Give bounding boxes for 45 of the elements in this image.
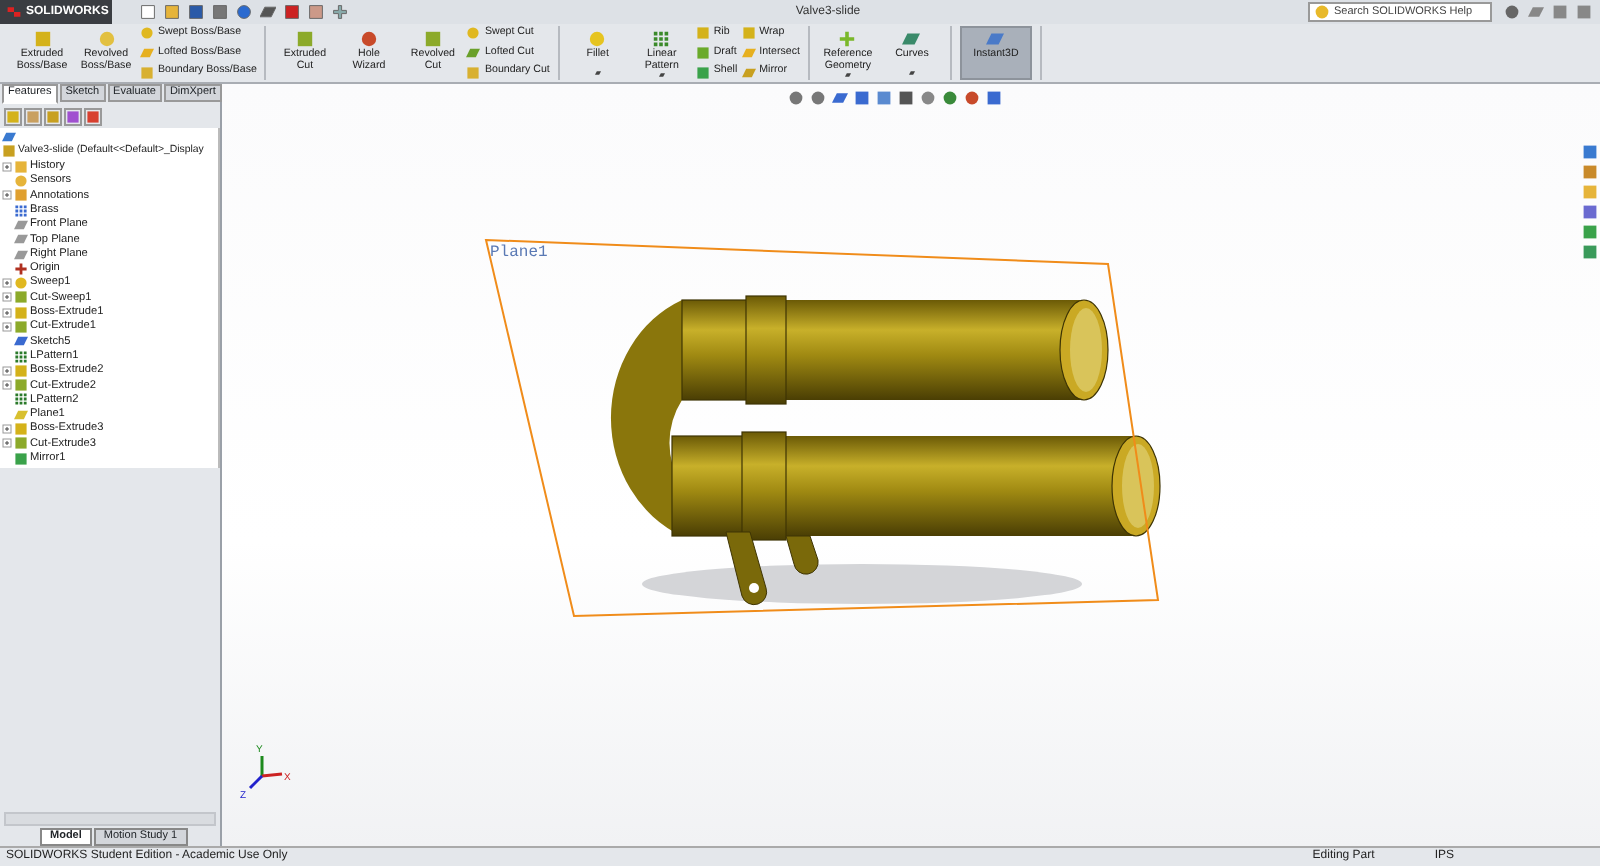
tool-icon <box>986 30 1005 48</box>
expand-icon[interactable] <box>2 380 12 391</box>
folder-icon <box>14 159 28 174</box>
boss-icon <box>14 363 28 378</box>
cut-icon <box>14 378 28 393</box>
mirror-icon <box>14 451 28 466</box>
tool-icon <box>295 30 314 48</box>
expand-icon[interactable] <box>2 161 12 172</box>
pattern-icon <box>14 392 28 407</box>
expand-icon[interactable] <box>2 322 12 332</box>
configuration-tab-icon[interactable] <box>44 107 62 125</box>
appearance-tab-icon[interactable] <box>1582 224 1598 240</box>
expand-icon[interactable] <box>2 278 12 289</box>
cut-icon <box>14 320 28 334</box>
cut-icon <box>14 436 28 451</box>
property-tab-icon[interactable] <box>24 107 42 125</box>
new-file-icon[interactable] <box>140 4 156 20</box>
origin-icon <box>14 261 28 276</box>
logo-icon <box>6 4 22 20</box>
expand-icon[interactable] <box>2 292 12 303</box>
refplane-icon <box>14 407 28 422</box>
feature-tree-tab-icon[interactable] <box>4 107 22 125</box>
tool-icon <box>902 30 921 48</box>
tool-icon <box>588 30 607 48</box>
tool-icon <box>652 30 671 48</box>
filter-icon <box>2 130 16 145</box>
tool-icon <box>33 30 51 48</box>
expand-icon[interactable] <box>2 424 12 435</box>
expand-icon[interactable] <box>2 190 12 201</box>
reference-plane[interactable] <box>484 238 1160 618</box>
horizontal-scrollbar[interactable] <box>4 812 216 826</box>
boss-icon <box>14 422 28 437</box>
boss-icon <box>14 305 28 320</box>
tool-icon <box>838 30 857 48</box>
expand-icon[interactable] <box>2 365 12 376</box>
pattern-icon <box>14 349 28 364</box>
tool-icon <box>359 30 378 48</box>
tool-icon <box>423 30 442 48</box>
tool-icon <box>97 30 115 48</box>
plane-label: Plane1 <box>490 244 548 262</box>
expand-icon[interactable] <box>2 307 12 318</box>
expand-icon[interactable] <box>2 438 12 449</box>
axis-triad <box>248 756 283 790</box>
sketch-icon <box>14 334 28 349</box>
part-icon <box>2 144 16 159</box>
